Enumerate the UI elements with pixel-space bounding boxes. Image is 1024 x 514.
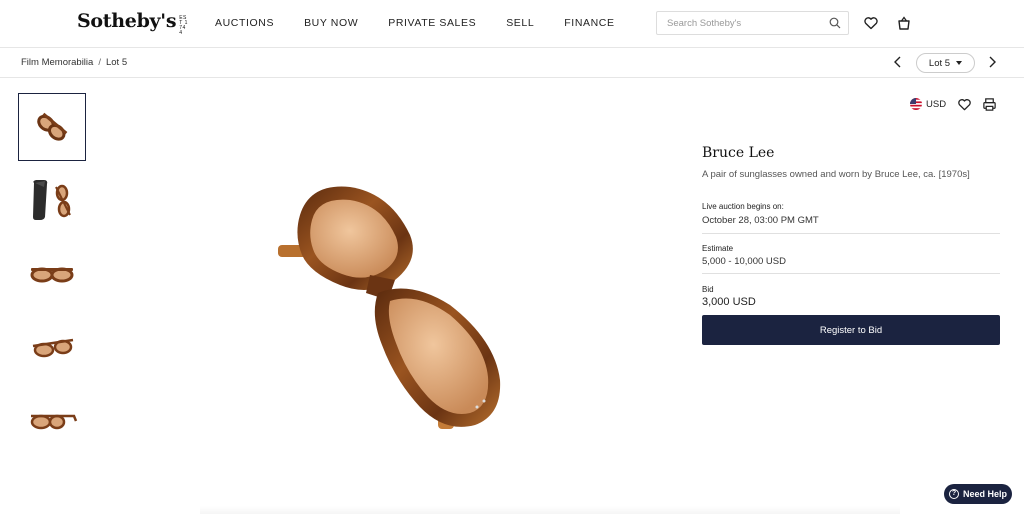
thumbnail-2[interactable] [18, 165, 86, 233]
logo-wordmark: Sotheby's [77, 10, 177, 32]
case-and-sunglasses-thumbnail-image [33, 180, 71, 220]
lot-navigation-bar: Film Memorabilia / Lot 5 Lot 5 [0, 48, 1024, 78]
need-help-label: Need Help [962, 489, 1007, 499]
lot-selector[interactable]: Lot 5 [916, 53, 975, 73]
bid-label: Bid [702, 285, 714, 294]
heart-icon[interactable] [957, 97, 972, 112]
nav-auctions[interactable]: AUCTIONS [215, 17, 274, 29]
logo-est-mark: EST 1744 [179, 15, 188, 36]
breadcrumb-film-memorabilia[interactable]: Film Memorabilia [21, 57, 93, 68]
nav-private-sales[interactable]: PRIVATE SALES [388, 17, 476, 29]
main-nav: AUCTIONS BUY NOW PRIVATE SALES SELL FINA… [215, 17, 645, 29]
sothebys-logo[interactable]: Sotheby's EST 1744 [77, 10, 188, 36]
lot-title: Bruce Lee [702, 145, 775, 161]
breadcrumb-separator: / [98, 57, 101, 68]
currency-label: USD [926, 98, 947, 110]
search-input[interactable] [667, 12, 827, 34]
next-lot-icon[interactable] [985, 55, 999, 69]
nav-buy-now[interactable]: BUY NOW [304, 17, 358, 29]
lot-selector-value: Lot 5 [928, 57, 951, 69]
previous-lot-icon[interactable] [891, 55, 905, 69]
search-box [656, 11, 849, 35]
breadcrumb: Film Memorabilia / Lot 5 [21, 57, 127, 68]
thumbnail-4[interactable] [18, 313, 86, 381]
page-fade [200, 506, 900, 514]
auction-start-date: October 28, 03:00 PM GMT [702, 215, 819, 226]
lot-description: A pair of sunglasses owned and worn by B… [702, 169, 970, 180]
main-product-image[interactable] [270, 175, 520, 435]
help-icon: ? [948, 489, 959, 499]
sunglasses-angle-thumbnail-image [32, 338, 74, 358]
sunglasses-thumbnail-image [37, 112, 68, 141]
nav-finance[interactable]: FINANCE [564, 17, 614, 29]
divider [702, 233, 1000, 234]
currency-selector[interactable]: USD [910, 98, 946, 110]
need-help-button[interactable]: ? Need Help [944, 484, 1012, 504]
estimate-label: Estimate [702, 244, 734, 253]
thumbnail-5[interactable] [18, 386, 86, 454]
sunglasses-front-thumbnail-image [30, 267, 74, 283]
bid-value: 3,000 USD [702, 296, 756, 308]
divider [702, 273, 1000, 274]
breadcrumb-lot: Lot 5 [105, 57, 128, 68]
register-to-bid-button[interactable]: Register to Bid [702, 315, 1000, 345]
us-flag-icon [910, 98, 922, 110]
thumbnail-1[interactable] [18, 93, 86, 161]
caret-down-icon [956, 61, 963, 65]
shopping-bag-icon[interactable] [896, 15, 912, 31]
auction-start-label: Live auction begins on: [702, 202, 784, 211]
estimate-value: 5,000 - 10,000 USD [702, 256, 786, 267]
search-icon[interactable] [829, 17, 841, 29]
heart-icon[interactable] [863, 15, 879, 31]
sunglasses-side-thumbnail-image [30, 414, 78, 430]
nav-sell[interactable]: SELL [506, 17, 534, 29]
thumbnail-3[interactable] [18, 240, 86, 308]
site-header: Sotheby's EST 1744 AUCTIONS BUY NOW PRIV… [0, 0, 1024, 48]
print-icon[interactable] [982, 97, 997, 112]
